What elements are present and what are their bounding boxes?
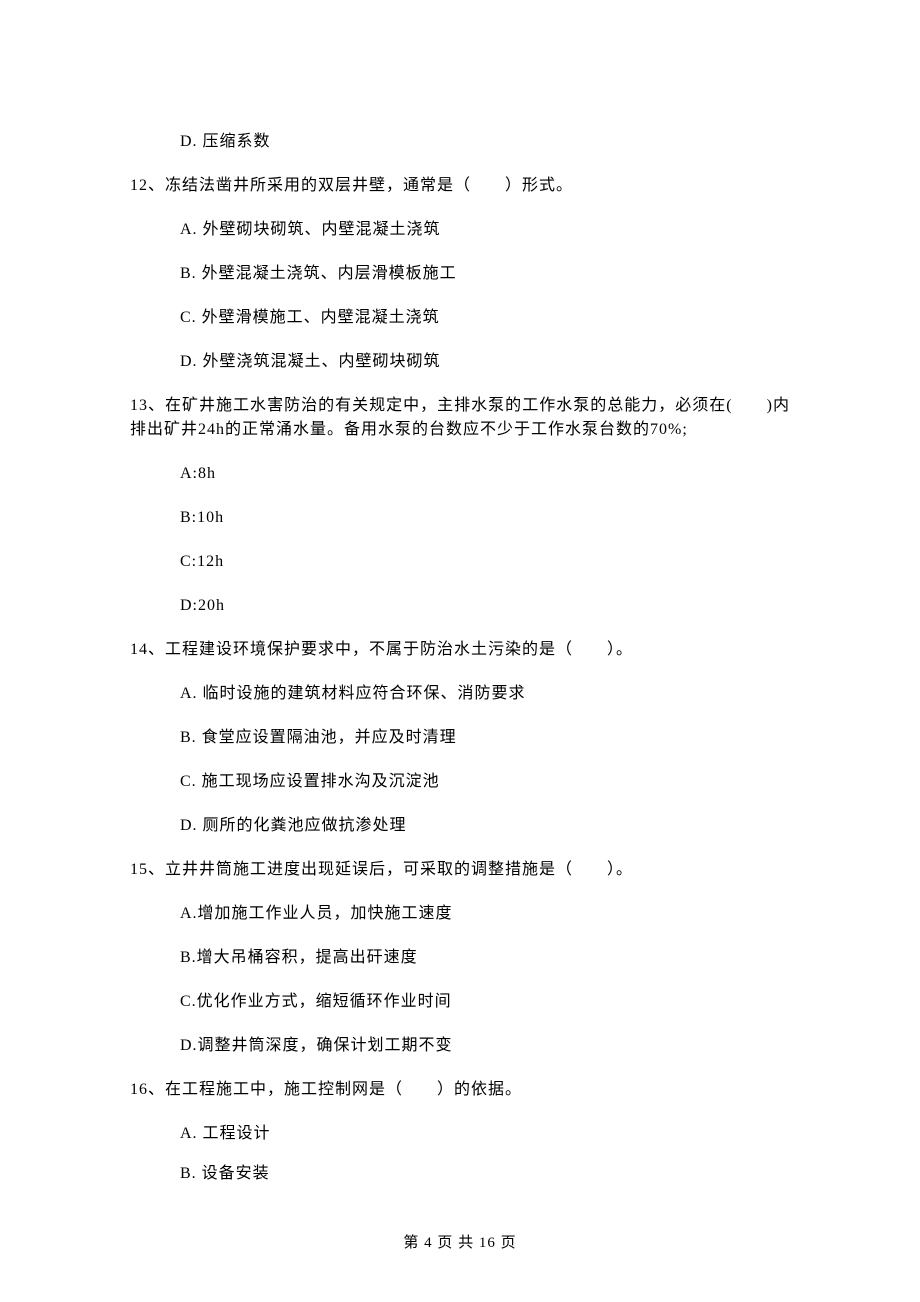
q13-stem: 13、在矿井施工水害防治的有关规定中，主排水泵的工作水泵的总能力，必须在( )内…: [130, 394, 790, 442]
q15-option-d: D.调整井筒深度，确保计划工期不变: [130, 1034, 790, 1058]
q11-option-d: D. 压缩系数: [130, 130, 790, 154]
q12-option-d: D. 外壁浇筑混凝土、内壁砌块砌筑: [130, 350, 790, 374]
page-footer: 第 4 页 共 16 页: [0, 1232, 920, 1255]
q13-option-b: B:10h: [130, 506, 790, 530]
q14-option-a: A. 临时设施的建筑材料应符合环保、消防要求: [130, 682, 790, 706]
q13-option-a: A:8h: [130, 462, 790, 486]
q15-option-b: B.增大吊桶容积，提高出矸速度: [130, 946, 790, 970]
q16-stem: 16、在工程施工中，施工控制网是（ ）的依据。: [130, 1078, 790, 1102]
q12-option-c: C. 外壁滑模施工、内壁混凝土浇筑: [130, 306, 790, 330]
q16-option-b: B. 设备安装: [130, 1162, 790, 1186]
q15-option-a: A.增加施工作业人员，加快施工速度: [130, 902, 790, 926]
q13-option-c: C:12h: [130, 550, 790, 574]
q12-option-b: B. 外壁混凝土浇筑、内层滑模板施工: [130, 262, 790, 286]
q12-option-a: A. 外壁砌块砌筑、内壁混凝土浇筑: [130, 218, 790, 242]
q15-option-c: C.优化作业方式，缩短循环作业时间: [130, 990, 790, 1014]
document-page: D. 压缩系数 12、冻结法凿井所采用的双层井壁，通常是（ ）形式。 A. 外壁…: [0, 0, 920, 1302]
q14-option-d: D. 厕所的化粪池应做抗渗处理: [130, 814, 790, 838]
q14-option-b: B. 食堂应设置隔油池，并应及时清理: [130, 726, 790, 750]
q12-stem: 12、冻结法凿井所采用的双层井壁，通常是（ ）形式。: [130, 174, 790, 198]
q14-option-c: C. 施工现场应设置排水沟及沉淀池: [130, 770, 790, 794]
q14-stem: 14、工程建设环境保护要求中，不属于防治水土污染的是（ ）。: [130, 638, 790, 662]
q15-stem: 15、立井井筒施工进度出现延误后，可采取的调整措施是（ ）。: [130, 858, 790, 882]
q16-option-a: A. 工程设计: [130, 1122, 790, 1146]
q13-option-d: D:20h: [130, 594, 790, 618]
